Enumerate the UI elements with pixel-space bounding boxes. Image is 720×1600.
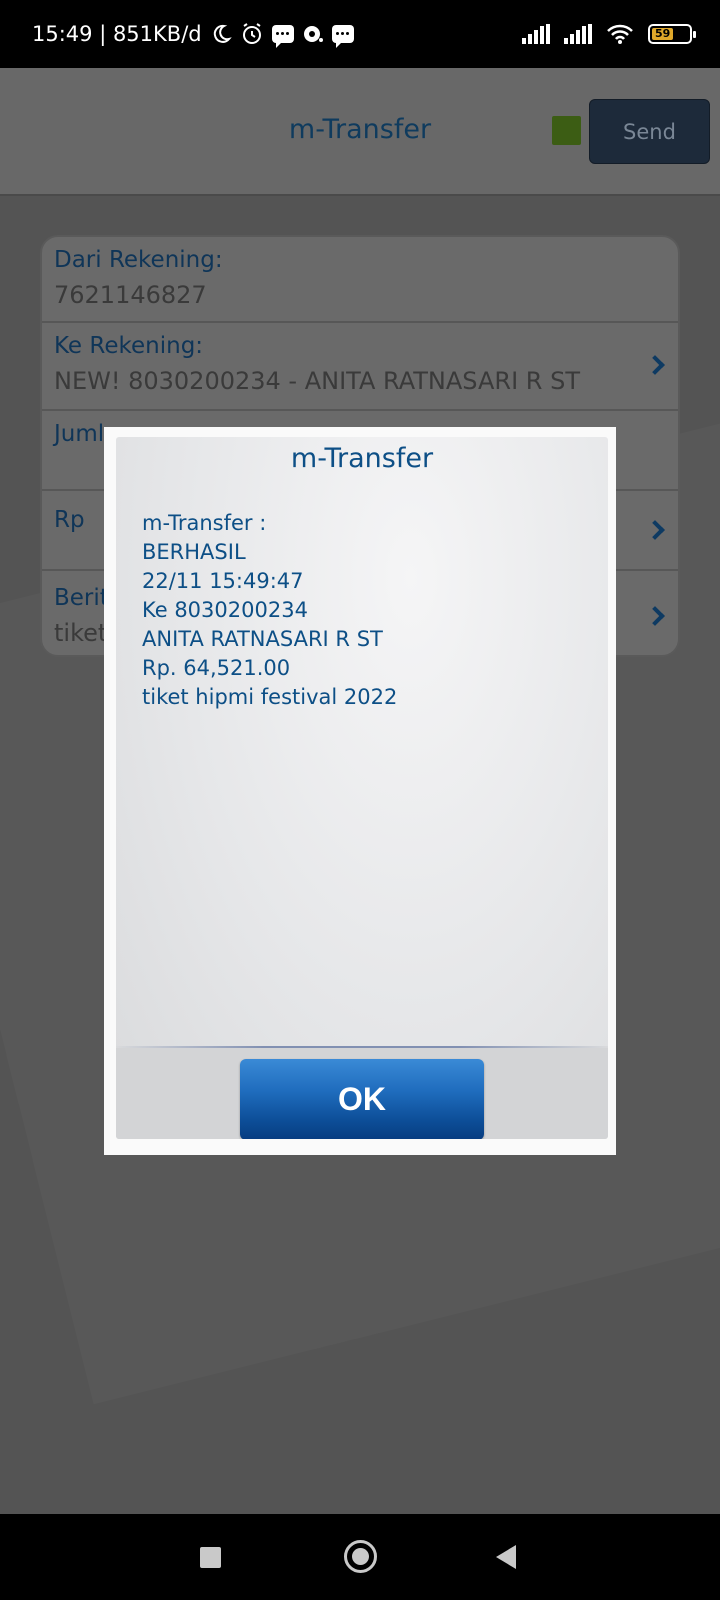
dialog-line-amount: Rp. 64,521.00	[142, 656, 291, 680]
status-left: 15:49 | 851KB/d	[32, 0, 354, 68]
wifi-icon	[606, 23, 634, 45]
navigation-bar	[0, 1514, 720, 1600]
chevron-right-icon-2	[645, 520, 665, 540]
currency-label: Rp	[54, 507, 85, 533]
alarm-icon	[240, 22, 264, 46]
signal-icon-2	[564, 24, 592, 44]
back-icon[interactable]	[496, 1545, 516, 1569]
to-account-row[interactable]: Ke Rekening: NEW! 8030200234 - ANITA RAT…	[42, 323, 678, 411]
chevron-right-icon-3	[645, 606, 665, 626]
dialog-line-account: Ke 8030200234	[142, 598, 308, 622]
dialog-line-recipient: ANITA RATNASARI R ST	[142, 627, 383, 651]
chevron-right-icon	[645, 355, 665, 375]
dialog-line: m-Transfer :	[142, 511, 267, 535]
dialog-line-datetime: 22/11 15:49:47	[142, 569, 304, 593]
send-button[interactable]: Send	[589, 99, 710, 164]
dialog-title: m-Transfer	[290, 443, 434, 474]
status-time: 15:49 | 851KB/d	[32, 22, 202, 46]
recents-icon[interactable]	[200, 1547, 221, 1568]
status-right: 59	[522, 0, 696, 68]
battery-icon: 59	[648, 24, 696, 44]
from-account-row: Dari Rekening: 7621146827	[42, 237, 678, 323]
from-account-value: 7621146827	[54, 281, 207, 309]
message-label: Berit	[54, 585, 109, 611]
message-icon-2	[331, 25, 354, 48]
to-account-value: NEW! 8030200234 - ANITA RATNASARI R ST	[54, 367, 580, 395]
dialog-panel: m-Transfer m-Transfer : BERHASIL 22/11 1…	[116, 437, 608, 1139]
to-account-label: Ke Rekening:	[54, 333, 204, 359]
result-dialog: m-Transfer m-Transfer : BERHASIL 22/11 1…	[104, 427, 616, 1155]
ok-button[interactable]: OK	[240, 1059, 484, 1139]
home-icon[interactable]	[344, 1540, 377, 1573]
message-icon	[271, 25, 294, 48]
music-icon	[302, 23, 324, 45]
battery-level: 59	[652, 28, 674, 40]
dialog-line-status: BERHASIL	[142, 540, 246, 564]
signal-icon	[522, 24, 550, 44]
status-indicator	[552, 116, 581, 145]
dialog-line-note: tiket hipmi festival 2022	[142, 685, 398, 709]
moon-icon	[210, 23, 232, 45]
message-value: tiket	[54, 619, 108, 647]
from-account-label: Dari Rekening:	[54, 247, 223, 273]
app-header: m-Transfer Send	[0, 68, 720, 196]
dialog-message: m-Transfer : BERHASIL 22/11 15:49:47 Ke …	[142, 509, 397, 712]
amount-label: Juml	[54, 421, 105, 447]
status-bar: 15:49 | 851KB/d 59	[0, 0, 720, 68]
